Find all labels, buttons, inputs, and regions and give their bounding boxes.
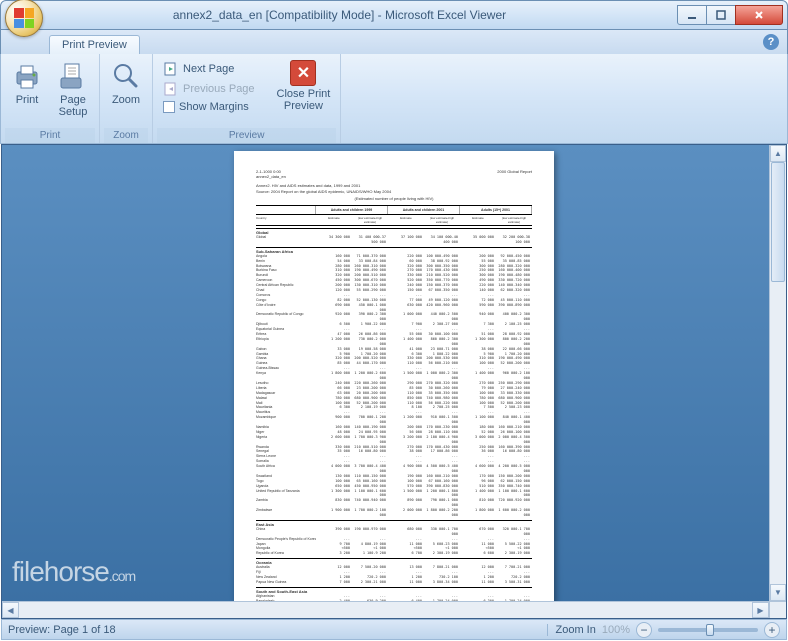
show-margins-checkbox[interactable]: Show Margins [159, 100, 259, 114]
horizontal-scrollbar[interactable]: ◀ ▶ [2, 601, 769, 618]
watermark: filehorse.com [12, 556, 135, 588]
zoom-slider-thumb[interactable] [706, 624, 714, 636]
maximize-button[interactable] [706, 5, 736, 25]
scroll-left-icon[interactable]: ◀ [2, 602, 19, 618]
zoom-in-label[interactable]: Zoom In [547, 624, 596, 636]
show-margins-label: Show Margins [179, 101, 249, 113]
page-setup-icon [57, 60, 89, 92]
window-title: annex2_data_en [Compatibility Mode] - Mi… [1, 8, 678, 22]
group-print-label: Print [5, 128, 95, 143]
scroll-down-icon[interactable]: ▼ [770, 584, 786, 601]
scroll-corner [769, 601, 786, 618]
close-preview-label: Close Print Preview [277, 88, 331, 112]
scroll-up-icon[interactable]: ▲ [770, 145, 786, 162]
vertical-scrollbar[interactable]: ▲ ▼ [769, 145, 786, 601]
minimize-button[interactable] [677, 5, 707, 25]
group-preview-label: Preview [157, 128, 336, 143]
status-page-indicator: Preview: Page 1 of 18 [8, 624, 547, 636]
checkbox-icon [163, 101, 175, 113]
close-preview-button[interactable]: ✕ Close Print Preview [271, 58, 337, 114]
page-setup-label: Page Setup [59, 94, 88, 118]
print-button[interactable]: Print [5, 58, 49, 108]
statusbar: Preview: Page 1 of 18 Zoom In 100% − + [1, 619, 787, 640]
previous-page-button: Previous Page [159, 80, 259, 98]
page-setup-button[interactable]: Page Setup [51, 58, 95, 120]
tab-print-preview[interactable]: Print Preview [49, 35, 140, 54]
scroll-v-thumb[interactable] [771, 162, 785, 282]
ribbon-tabstrip: Print Preview ? [0, 30, 788, 54]
group-zoom-label: Zoom [104, 128, 148, 143]
help-icon[interactable]: ? [763, 34, 779, 50]
zoom-out-button[interactable]: − [636, 622, 652, 638]
preview-page: 2-1-1000 0:00annex2_data_en2000 Global R… [234, 151, 554, 603]
close-icon: ✕ [290, 60, 316, 86]
titlebar: annex2_data_en [Compatibility Mode] - Mi… [0, 0, 788, 30]
zoom-button[interactable]: Zoom [104, 58, 148, 108]
previous-page-label: Previous Page [183, 83, 255, 95]
zoom-label: Zoom [112, 94, 140, 106]
preview-viewport: 2-1-1000 0:00annex2_data_en2000 Global R… [1, 144, 787, 619]
scroll-right-icon[interactable]: ▶ [752, 602, 769, 618]
printer-icon [11, 60, 43, 92]
page-next-icon [163, 61, 179, 77]
group-zoom: Zoom Zoom [100, 54, 153, 143]
zoom-percentage[interactable]: 100% [602, 624, 630, 636]
page-previous-icon [163, 81, 179, 97]
print-label: Print [16, 94, 39, 106]
next-page-label: Next Page [183, 63, 234, 75]
window-close-button[interactable] [735, 5, 783, 25]
zoom-in-button[interactable]: + [764, 622, 780, 638]
group-preview: Next Page Previous Page Show Margins ✕ C… [153, 54, 341, 143]
next-page-button[interactable]: Next Page [159, 60, 259, 78]
office-button[interactable] [5, 0, 43, 37]
zoom-slider[interactable] [658, 628, 758, 632]
ribbon: Print Page Setup Print Zoom Zoom [0, 54, 788, 144]
magnifier-icon [110, 60, 142, 92]
group-print: Print Page Setup Print [1, 54, 100, 143]
